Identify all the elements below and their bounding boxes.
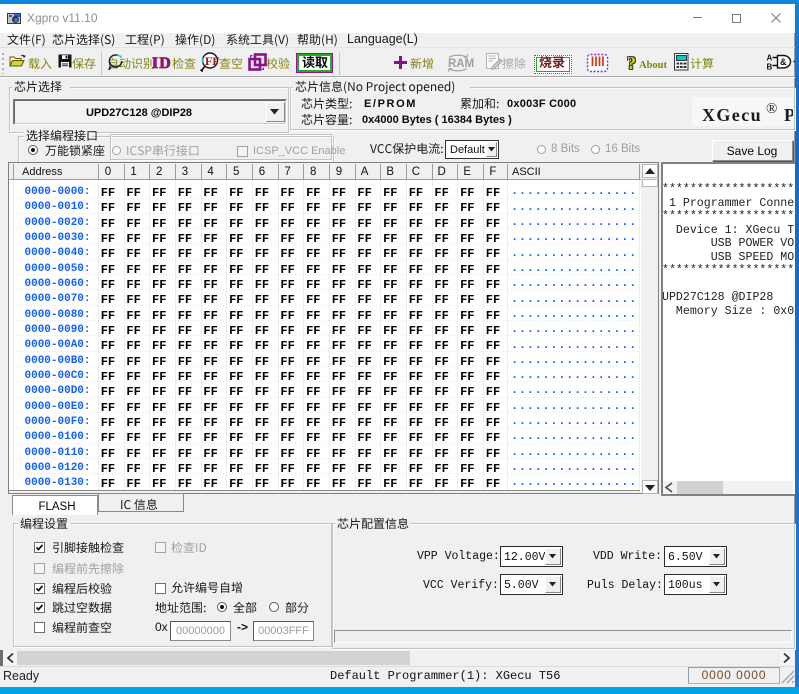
- svg-text:FF: FF: [205, 54, 220, 68]
- svg-text:A: A: [767, 54, 773, 63]
- svg-text:B: B: [767, 63, 773, 72]
- svg-text:&: &: [780, 57, 787, 67]
- svg-text:ID: ID: [152, 55, 172, 72]
